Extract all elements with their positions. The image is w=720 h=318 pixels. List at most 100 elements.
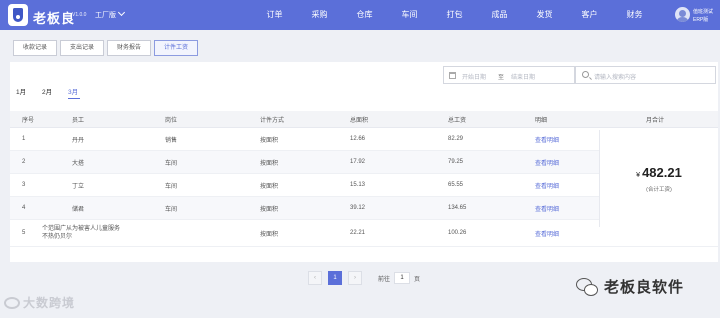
watermark-logo-icon — [4, 297, 20, 309]
row-post: 车间 — [165, 160, 178, 167]
start-date-input[interactable]: 开始日期 — [462, 72, 486, 81]
row-mode: 按面积 — [260, 183, 279, 190]
row-staff: 储君 — [72, 206, 85, 213]
brand-version: V1.0.0 — [72, 12, 87, 18]
col-header-detail: 明细 — [535, 117, 548, 124]
row-no: 1 — [22, 136, 26, 142]
row-post: 车间 — [165, 183, 178, 190]
top-navigation-bar: 老板良 V1.0.0 工厂版 订单 采购 仓库 车间 打包 成品 发货 客户 财… — [0, 0, 720, 30]
search-icon — [582, 71, 589, 78]
month-tab-2[interactable]: 2月 — [42, 86, 68, 99]
wechat-icon — [576, 277, 598, 296]
currency-symbol: ¥ — [636, 171, 641, 179]
date-separator: 至 — [498, 75, 505, 81]
goto-page-input[interactable]: 1 — [394, 272, 411, 284]
row-wage: 79.25 — [448, 159, 464, 165]
tab-expenses[interactable]: 支出记录 — [60, 40, 105, 56]
month-total: ¥ 482.21 — [636, 165, 682, 180]
nav-item-packing[interactable]: 打包 — [432, 0, 477, 30]
row-staff: 丹丹 — [72, 137, 85, 144]
row-post: 车间 — [165, 206, 178, 213]
finance-tabs: 收款记录 支出记录 财务报告 计件工资 — [13, 40, 201, 56]
calendar-icon — [449, 72, 456, 79]
row-area: 12.66 — [350, 136, 366, 142]
tab-receipts[interactable]: 收款记录 — [13, 40, 58, 56]
col-header-area: 总面积 — [350, 117, 369, 124]
row-staff-text: 个范围广从为被害人儿童服务不热仍贝尔 — [42, 226, 121, 240]
watermark-left-text: 大数跨境 — [23, 296, 76, 310]
row-staff: 个范围广从为被害人儿童服务不热仍贝尔 — [42, 220, 122, 246]
wage-table: 序号 员工 岗位 计件方式 总面积 总工资 明细 月合计 1 丹丹 销售 按面积… — [10, 111, 718, 247]
goto-label: 前往 — [378, 276, 391, 283]
search-input[interactable]: 请输入搜索内容 — [575, 66, 716, 84]
tab-finance-report[interactable]: 财务报告 — [107, 40, 152, 56]
col-header-mode: 计件方式 — [260, 117, 285, 124]
watermark-right-text: 老板良软件 — [604, 279, 685, 296]
col-header-month-total: 月合计 — [646, 117, 665, 124]
row-post: 销售 — [165, 137, 178, 144]
page-number-current[interactable]: 1 — [328, 271, 342, 285]
logo-icon[interactable] — [8, 4, 28, 26]
nav-item-orders[interactable]: 订单 — [252, 0, 297, 30]
col-header-post: 岗位 — [165, 117, 178, 124]
search-placeholder: 请输入搜索内容 — [594, 75, 637, 81]
row-staff: 大搭 — [72, 160, 85, 167]
row-area: 17.92 — [350, 159, 366, 165]
view-detail-link[interactable]: 查看明细 — [535, 174, 559, 196]
row-wage: 134.65 — [448, 205, 467, 211]
month-total-label: (合计工资) — [646, 186, 672, 193]
row-mode: 按面积 — [260, 137, 279, 144]
table-header: 序号 员工 岗位 计件方式 总面积 总工资 明细 月合计 — [10, 111, 718, 128]
nav-item-warehouse[interactable]: 仓库 — [342, 0, 387, 30]
row-no: 5 — [22, 230, 26, 236]
nav-item-workshop[interactable]: 车间 — [387, 0, 432, 30]
edition-label: 工厂版 — [95, 12, 116, 19]
row-mode: 按面积 — [260, 206, 279, 213]
row-wage: 65.55 — [448, 182, 464, 188]
nav-item-finance[interactable]: 财务 — [612, 0, 657, 30]
next-page-button[interactable]: › — [348, 271, 362, 285]
month-total-cell: ¥ 482.21 (合计工资) — [599, 130, 718, 227]
watermark-left: 大数跨境 — [4, 294, 75, 311]
row-area: 15.13 — [350, 182, 366, 188]
row-wage: 100.26 — [448, 230, 467, 236]
pagination: ‹ 1 › 前往 1 页 — [308, 271, 420, 285]
month-total-value: 482.21 — [642, 164, 682, 180]
month-tab-3[interactable]: 3月 — [68, 86, 94, 99]
view-detail-link[interactable]: 查看明细 — [535, 220, 559, 246]
col-header-staff: 员工 — [72, 117, 85, 124]
view-detail-link[interactable]: 查看明细 — [535, 151, 559, 173]
tab-piece-wage[interactable]: 计件工资 — [154, 40, 199, 56]
date-range-picker[interactable]: 开始日期 至 结束日期 — [443, 66, 575, 84]
nav-item-purchase[interactable]: 采购 — [297, 0, 342, 30]
watermark-right: 老板良软件 — [576, 276, 684, 297]
row-no: 4 — [22, 205, 26, 211]
chevron-down-icon — [117, 8, 126, 17]
row-wage: 82.29 — [448, 136, 464, 142]
nav-item-customers[interactable]: 客户 — [567, 0, 612, 30]
prev-page-button[interactable]: ‹ — [308, 271, 322, 285]
row-area: 39.12 — [350, 205, 366, 211]
nav-item-products[interactable]: 成品 — [477, 0, 522, 30]
user-edition: ERP版 — [693, 17, 709, 23]
user-name: 值班测试 — [693, 9, 714, 15]
row-area: 22.21 — [350, 230, 366, 236]
row-mode: 按面积 — [260, 160, 279, 167]
brand-name: 老板良 — [33, 11, 76, 26]
view-detail-link[interactable]: 查看明细 — [535, 197, 559, 219]
row-no: 3 — [22, 182, 26, 188]
goto-unit: 页 — [414, 276, 421, 283]
end-date-input[interactable]: 结束日期 — [511, 72, 535, 81]
user-avatar[interactable] — [675, 7, 690, 22]
wage-panel: 开始日期 至 结束日期 请输入搜索内容 1月 2月 3月 序号 员工 岗位 计件… — [10, 62, 718, 262]
row-no: 2 — [22, 159, 26, 165]
col-header-wage: 总工资 — [448, 117, 467, 124]
month-tab-1[interactable]: 1月 — [16, 86, 42, 99]
nav-item-shipping[interactable]: 发货 — [522, 0, 567, 30]
row-staff: 丁立 — [72, 183, 85, 190]
col-header-no: 序号 — [22, 117, 35, 124]
edition-dropdown[interactable]: 工厂版 — [95, 8, 126, 20]
main-nav: 订单 采购 仓库 车间 打包 成品 发货 客户 财务 — [252, 0, 657, 30]
view-detail-link[interactable]: 查看明细 — [535, 128, 559, 150]
row-mode: 按面积 — [260, 231, 279, 238]
